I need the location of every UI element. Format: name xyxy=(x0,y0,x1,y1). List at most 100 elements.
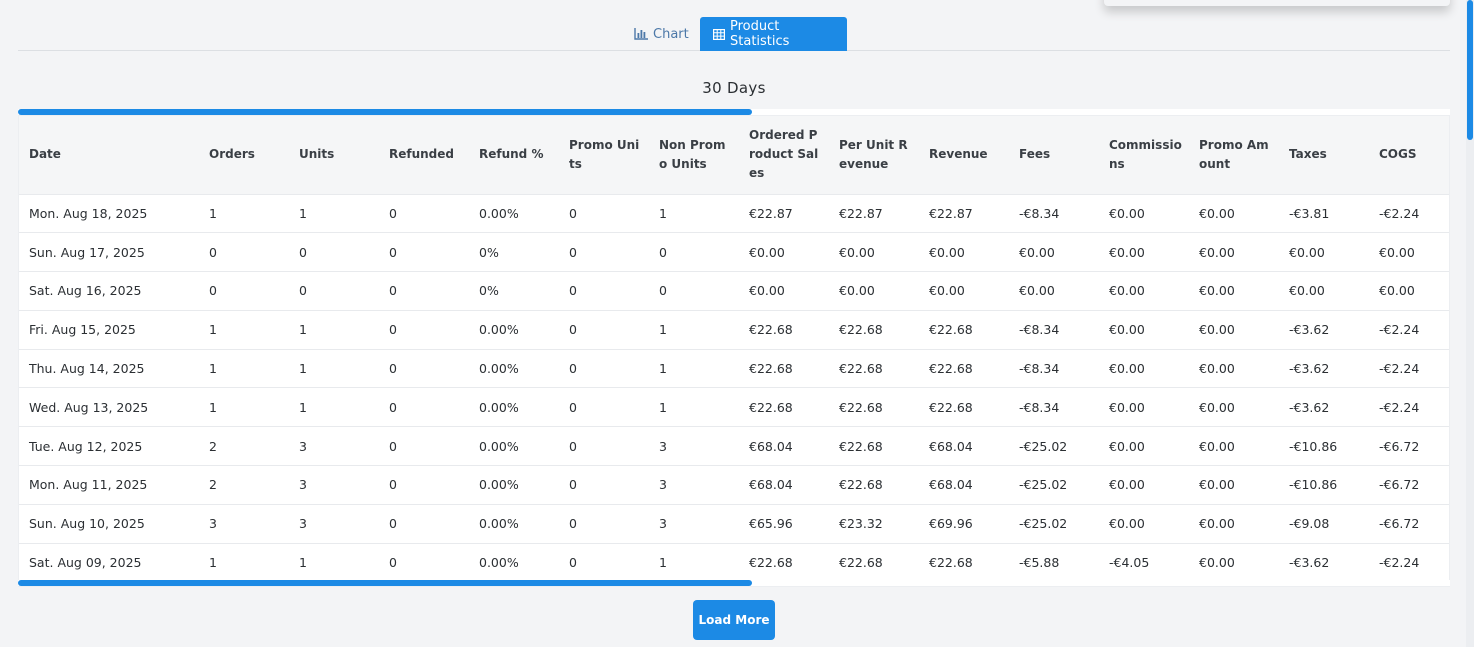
table-cell: 0 xyxy=(569,516,577,532)
column-header[interactable]: Non Promo Units xyxy=(649,116,739,194)
load-more-button[interactable]: Load More xyxy=(693,600,775,640)
column-header[interactable]: Orders xyxy=(199,116,289,194)
table-cell: 0 xyxy=(389,322,397,338)
table-cell: 0.00% xyxy=(479,555,519,571)
table-cell: 0.00% xyxy=(479,322,519,338)
table-row: Mon. Aug 18, 2025 1 1 0 0.00% 0 1 €22.87 €22.87 €… xyxy=(19,194,1449,233)
column-header[interactable]: Ordered Product Sales xyxy=(739,116,829,194)
table-cell: €0.00 xyxy=(929,244,965,260)
column-header[interactable]: Commissions xyxy=(1099,116,1189,194)
date-cell: Sat. Aug 09, 2025 xyxy=(29,555,142,571)
tab-product-statistics[interactable]: Product Statistics xyxy=(700,17,847,51)
date-cell: Mon. Aug 18, 2025 xyxy=(29,205,148,221)
column-header[interactable]: Promo Amount xyxy=(1189,116,1279,194)
table-cell: -€6.72 xyxy=(1379,438,1420,454)
date-cell: Thu. Aug 14, 2025 xyxy=(29,361,145,377)
table-cell: €0.00 xyxy=(1199,205,1235,221)
table-cell: €22.68 xyxy=(839,477,883,493)
table-cell: €0.00 xyxy=(1199,322,1235,338)
column-header[interactable]: Refund % xyxy=(469,116,559,194)
column-header[interactable]: Units xyxy=(289,116,379,194)
table-cell: €22.68 xyxy=(839,322,883,338)
table-cell: €22.68 xyxy=(839,555,883,571)
table-cell: €0.00 xyxy=(1019,283,1055,299)
table-cell: 0 xyxy=(659,283,667,299)
table-cell: -€25.02 xyxy=(1019,438,1068,454)
table-cell: 1 xyxy=(209,399,217,415)
table-cell: 3 xyxy=(209,516,217,532)
table-cell: 2 xyxy=(209,477,217,493)
table-cell: €22.87 xyxy=(929,205,973,221)
table-cell: €0.00 xyxy=(1109,283,1145,299)
statistics-table-container: Date Orders Units Refunded Refund % Promo Uni… xyxy=(18,115,1450,587)
table-cell: -€8.34 xyxy=(1019,361,1060,377)
table-cell: 3 xyxy=(299,477,307,493)
table-cell: -€2.24 xyxy=(1379,399,1420,415)
table-cell: -€3.81 xyxy=(1289,205,1330,221)
column-header[interactable]: COGS xyxy=(1369,116,1449,194)
table-cell: -€10.86 xyxy=(1289,477,1338,493)
table-cell: €23.32 xyxy=(839,516,883,532)
column-header[interactable]: Revenue xyxy=(919,116,1009,194)
table-cell: €0.00 xyxy=(1109,438,1145,454)
table-cell: €0.00 xyxy=(839,244,875,260)
table-cell: €68.04 xyxy=(929,477,973,493)
table-cell: €22.68 xyxy=(839,399,883,415)
page-scrollbar[interactable] xyxy=(1466,0,1474,647)
table-row: Wed. Aug 13, 2025 1 1 0 0.00% 0 1 €22.68 €22.68 €… xyxy=(19,387,1449,427)
table-icon xyxy=(713,28,725,40)
table-cell: €0.00 xyxy=(749,244,785,260)
tab-product-statistics-label: Product Statistics xyxy=(730,19,790,49)
date-range-title: 30 Days xyxy=(702,79,766,97)
table-cell: 0 xyxy=(389,555,397,571)
page-scrollbar-thumb[interactable] xyxy=(1467,0,1473,140)
table-cell: 0 xyxy=(569,361,577,377)
table-cell: €0.00 xyxy=(1109,322,1145,338)
table-cell: 0 xyxy=(569,555,577,571)
table-cell: 0 xyxy=(389,399,397,415)
table-cell: 0 xyxy=(299,283,307,299)
table-cell: €0.00 xyxy=(1109,516,1145,532)
table-cell: €0.00 xyxy=(1109,205,1145,221)
table-row: Fri. Aug 15, 2025 1 1 0 0.00% 0 1 €22.68 €22.68 €… xyxy=(19,310,1449,349)
table-cell: €0.00 xyxy=(1109,399,1145,415)
table-cell: 0 xyxy=(569,477,577,493)
table-cell: 1 xyxy=(299,205,307,221)
table-cell: 1 xyxy=(209,205,217,221)
table-cell: €0.00 xyxy=(1109,477,1145,493)
table-cell: 0 xyxy=(389,205,397,221)
table-cell: 0% xyxy=(479,283,499,299)
table-cell: €0.00 xyxy=(929,283,965,299)
table-cell: 3 xyxy=(299,516,307,532)
tab-chart[interactable]: Chart xyxy=(621,17,693,51)
column-header[interactable]: Taxes xyxy=(1279,116,1369,194)
table-cell: 0 xyxy=(389,283,397,299)
table-cell: 0 xyxy=(389,244,397,260)
table-cell: €69.96 xyxy=(929,516,973,532)
table-cell: -€4.05 xyxy=(1109,555,1150,571)
table-cell: 0.00% xyxy=(479,205,519,221)
table-scrollbar-bottom[interactable] xyxy=(18,580,1450,586)
column-header[interactable]: Fees xyxy=(1009,116,1099,194)
column-header[interactable]: Promo Units xyxy=(559,116,649,194)
table-cell: 1 xyxy=(659,322,667,338)
table-cell: €0.00 xyxy=(1109,244,1145,260)
table-cell: 1 xyxy=(299,361,307,377)
table-cell: €22.87 xyxy=(839,205,883,221)
table-cell: -€2.24 xyxy=(1379,361,1420,377)
column-header[interactable]: Refunded xyxy=(379,116,469,194)
table-cell: -€8.34 xyxy=(1019,205,1060,221)
table-cell: €0.00 xyxy=(1379,283,1415,299)
column-header[interactable]: Per Unit Revenue xyxy=(829,116,919,194)
table-cell: 0 xyxy=(659,244,667,260)
table-cell: €65.96 xyxy=(749,516,793,532)
table-cell: 0 xyxy=(569,322,577,338)
column-header[interactable]: Date xyxy=(19,116,199,194)
table-cell: 1 xyxy=(299,555,307,571)
table-cell: 1 xyxy=(659,361,667,377)
date-cell: Sun. Aug 10, 2025 xyxy=(29,516,145,532)
tab-chart-label: Chart xyxy=(653,26,689,42)
table-cell: €0.00 xyxy=(1199,516,1235,532)
table-scrollbar-bottom-thumb[interactable] xyxy=(18,580,752,586)
table-cell: €22.87 xyxy=(749,205,793,221)
